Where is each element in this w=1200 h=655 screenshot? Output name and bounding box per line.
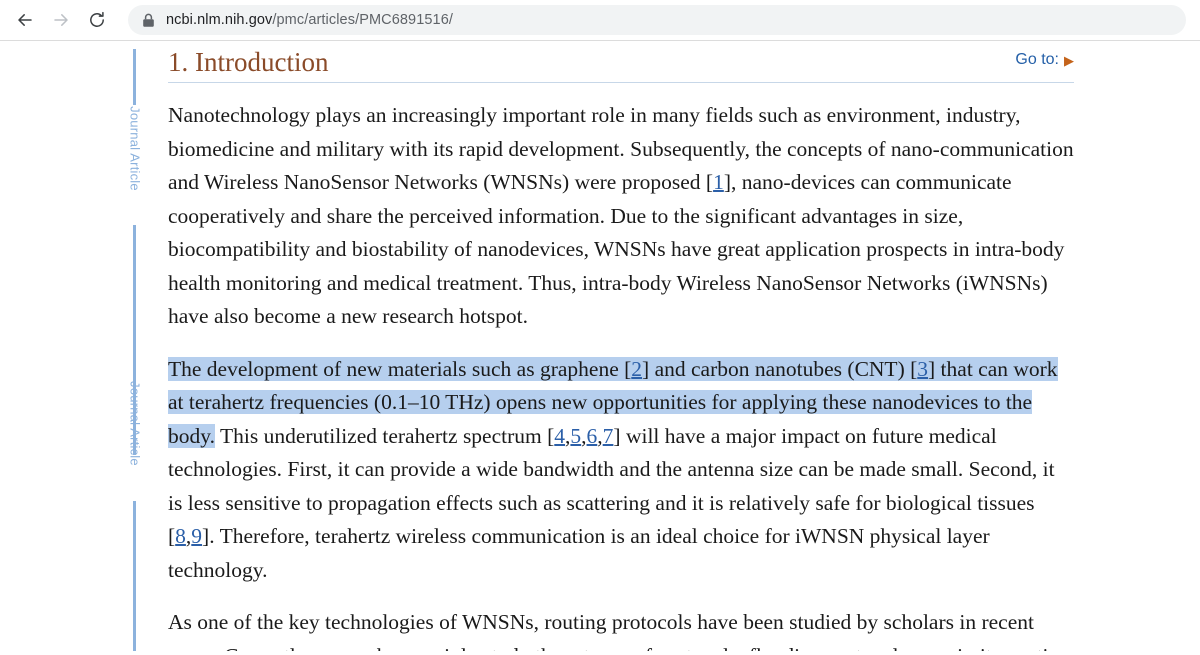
- rail-line-segment: [133, 49, 136, 105]
- chevron-right-icon: ▶: [1064, 52, 1074, 68]
- paragraph-2: The development of new materials such as…: [168, 353, 1074, 588]
- citation-link-6[interactable]: 6: [587, 424, 598, 448]
- go-to-label: Go to:: [1015, 51, 1059, 68]
- citation-link-7[interactable]: 7: [603, 424, 614, 448]
- paragraph-2-text-part-3: ]. Therefore, terahertz wireless communi…: [168, 524, 990, 582]
- reload-button[interactable]: [80, 3, 114, 37]
- lock-icon: [142, 13, 155, 28]
- paragraph-3: As one of the key technologies of WNSNs,…: [168, 606, 1074, 655]
- url-domain: ncbi.nlm.nih.gov: [166, 12, 273, 28]
- rail-line-segment: [133, 501, 136, 655]
- url-text: ncbi.nlm.nih.gov/pmc/articles/PMC6891516…: [166, 12, 453, 28]
- address-bar[interactable]: ncbi.nlm.nih.gov/pmc/articles/PMC6891516…: [128, 5, 1186, 35]
- reload-icon: [87, 10, 107, 30]
- citation-link-4[interactable]: 4: [554, 424, 565, 448]
- citation-link-9[interactable]: 9: [191, 524, 202, 548]
- arrow-right-icon: [51, 10, 71, 30]
- rail-label-journal-article-2: Journal Article: [127, 381, 143, 466]
- forward-button: [44, 3, 78, 37]
- page-title: 1. Introduction: [168, 47, 329, 77]
- url-path: /pmc/articles/PMC6891516/: [272, 12, 453, 28]
- paragraph-2-text-part-1: This underutilized terahertz spectrum [: [214, 423, 555, 448]
- rail-label-journal-article-1: Journal Article: [127, 106, 143, 191]
- article-content: 1. Introduction Go to: ▶ Nanotechnology …: [168, 41, 1074, 655]
- section-heading-row: 1. Introduction Go to: ▶: [168, 45, 1074, 83]
- citation-link-5[interactable]: 5: [570, 424, 581, 448]
- arrow-left-icon: [15, 10, 35, 30]
- journal-article-rail: Journal Article Journal Article: [127, 41, 143, 655]
- citation-link-1[interactable]: 1: [713, 170, 724, 194]
- browser-toolbar: ncbi.nlm.nih.gov/pmc/articles/PMC6891516…: [0, 0, 1200, 41]
- selected-text-part-2: ] and carbon nanotubes (CNT) [: [642, 356, 918, 381]
- page-bottom-spacer: [0, 651, 1200, 655]
- paragraph-3-text: As one of the key technologies of WNSNs,…: [168, 610, 1070, 655]
- citation-link-2[interactable]: 2: [631, 356, 643, 381]
- back-button[interactable]: [8, 3, 42, 37]
- paragraph-1: Nanotechnology plays an increasingly imp…: [168, 99, 1074, 334]
- citation-link-3[interactable]: 3: [917, 356, 929, 381]
- page-viewport: Journal Article Journal Article 1. Intro…: [0, 41, 1200, 655]
- selected-text-part-1: The development of new materials such as…: [168, 356, 632, 381]
- citation-link-8[interactable]: 8: [175, 524, 186, 548]
- go-to-link[interactable]: Go to: ▶: [1015, 51, 1074, 69]
